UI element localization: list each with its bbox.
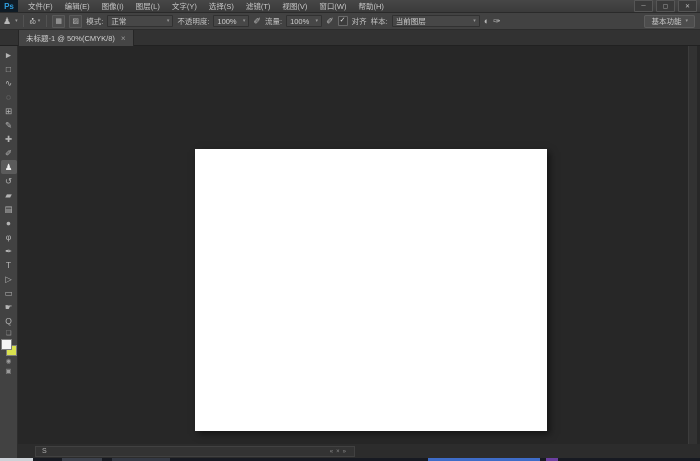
clone-stamp-preset-icon[interactable]: ♟ bbox=[3, 17, 11, 26]
clone-stamp-tool[interactable]: ♟ bbox=[1, 160, 17, 174]
workspace-name: 基本功能 bbox=[651, 16, 681, 27]
tool-options-bar: ♟ ▾ ● 60 ▾ ▦ ▨ 模式: 正常 ▾ 不透明度: 100% ▾ ✐ 流… bbox=[0, 13, 700, 30]
photoshop-window: Ps 文件(F) 编辑(E) 图像(I) 图层(L) 文字(Y) 选择(S) 滤… bbox=[0, 0, 700, 461]
menu-item-filter[interactable]: 滤镜(T) bbox=[240, 0, 277, 13]
flow-value: 100% bbox=[290, 17, 309, 26]
chevron-down-icon: ▾ bbox=[167, 18, 170, 24]
tab-close-icon[interactable]: × bbox=[121, 34, 126, 43]
gradient-tool[interactable]: ▤ bbox=[1, 202, 17, 216]
menu-item-select[interactable]: 选择(S) bbox=[203, 0, 240, 13]
tools-panel: ► □ ∿ ◌ ⊞ ✎ ✚ ✐ ♟ ↺ ▰ ▤ ● φ ✒ T ▷ ▭ ☛ Q … bbox=[0, 46, 18, 458]
menu-item-layer[interactable]: 图层(L) bbox=[130, 0, 166, 13]
ignore-adjustment-layers-icon[interactable]: ◐ bbox=[484, 17, 489, 26]
blend-mode-value: 正常 bbox=[111, 16, 126, 27]
chevron-down-icon: ▾ bbox=[685, 18, 688, 24]
brush-tool[interactable]: ✐ bbox=[1, 146, 17, 160]
status-panel-controls[interactable]: «×» bbox=[330, 449, 354, 455]
mode-label: 模式: bbox=[86, 16, 103, 27]
window-controls: ─ ▢ ✕ bbox=[634, 0, 700, 12]
menu-item-window[interactable]: 窗口(W) bbox=[313, 0, 352, 13]
move-tool[interactable]: ► bbox=[1, 48, 17, 62]
menu-item-help[interactable]: 帮助(H) bbox=[353, 0, 390, 13]
status-strip: S «×» bbox=[18, 444, 700, 458]
document-canvas[interactable] bbox=[195, 149, 547, 431]
maximize-button[interactable]: ▢ bbox=[656, 0, 675, 12]
minimize-button[interactable]: ─ bbox=[634, 0, 653, 12]
pen-tool[interactable]: ✒ bbox=[1, 244, 17, 258]
sample-value: 当前图层 bbox=[396, 16, 426, 27]
status-panel: S «×» bbox=[35, 446, 355, 457]
airbrush-mode-icon[interactable]: ✐ bbox=[326, 17, 334, 26]
opacity-select[interactable]: 100% ▾ bbox=[213, 15, 249, 27]
flow-label: 流量: bbox=[265, 16, 282, 27]
menu-item-view[interactable]: 视图(V) bbox=[276, 0, 313, 13]
quick-mask-icon[interactable]: ◉ bbox=[1, 356, 17, 366]
menu-item-file[interactable]: 文件(F) bbox=[22, 0, 59, 13]
menu-bar: Ps 文件(F) 编辑(E) 图像(I) 图层(L) 文字(Y) 选择(S) 滤… bbox=[0, 0, 700, 13]
screen-mode-icon[interactable]: ▣ bbox=[1, 366, 17, 376]
photoshop-logo-icon: Ps bbox=[0, 0, 18, 12]
blur-tool[interactable]: ● bbox=[1, 216, 17, 230]
menu-item-type[interactable]: 文字(Y) bbox=[166, 0, 203, 13]
opacity-label: 不透明度: bbox=[177, 16, 209, 27]
sample-select[interactable]: 当前图层 ▾ bbox=[392, 15, 480, 27]
color-swatches bbox=[1, 339, 17, 356]
quick-selection-tool[interactable]: ◌ bbox=[1, 90, 17, 104]
eraser-tool[interactable]: ▰ bbox=[1, 188, 17, 202]
lasso-tool[interactable]: ∿ bbox=[1, 76, 17, 90]
eyedropper-tool[interactable]: ✎ bbox=[1, 118, 17, 132]
chevron-down-icon[interactable]: ▾ bbox=[15, 18, 18, 24]
panel-dock-strip[interactable] bbox=[688, 46, 697, 444]
path-selection-tool[interactable]: ▷ bbox=[1, 272, 17, 286]
sample-label: 样本: bbox=[371, 16, 388, 27]
flow-select[interactable]: 100% ▾ bbox=[286, 15, 322, 27]
separator bbox=[46, 15, 47, 27]
brush-preview: ● 60 bbox=[30, 16, 36, 26]
tablet-pressure-icon[interactable]: ✑ bbox=[493, 17, 501, 26]
opacity-value: 100% bbox=[217, 17, 236, 26]
separator bbox=[23, 15, 24, 27]
document-tab[interactable]: 未标题-1 @ 50%(CMYK/8) × bbox=[18, 30, 134, 46]
rectangular-marquee-tool[interactable]: □ bbox=[1, 62, 17, 76]
spot-healing-brush-tool[interactable]: ✚ bbox=[1, 132, 17, 146]
brush-size-value: 60 bbox=[30, 21, 36, 26]
close-button[interactable]: ✕ bbox=[678, 0, 697, 12]
shape-tool[interactable]: ▭ bbox=[1, 286, 17, 300]
dodge-tool[interactable]: φ bbox=[1, 230, 17, 244]
status-label: S bbox=[36, 448, 47, 455]
aligned-checkbox[interactable]: ✓ bbox=[338, 16, 348, 26]
toggle-clone-source-panel-icon[interactable]: ▨ bbox=[69, 15, 82, 28]
menu-item-image[interactable]: 图像(I) bbox=[96, 0, 130, 13]
blend-mode-select[interactable]: 正常 ▾ bbox=[107, 15, 173, 27]
foreground-color-swatch[interactable] bbox=[1, 339, 12, 350]
history-brush-tool[interactable]: ↺ bbox=[1, 174, 17, 188]
airbrush-opacity-pressure-icon[interactable]: ✐ bbox=[253, 17, 261, 26]
chevron-down-icon: ▾ bbox=[316, 18, 319, 24]
next-icon[interactable]: » bbox=[343, 449, 349, 455]
type-tool[interactable]: T bbox=[1, 258, 17, 272]
workspace-switcher-button[interactable]: 基本功能 ▾ bbox=[644, 15, 695, 28]
toggle-brush-panel-icon[interactable]: ▦ bbox=[52, 15, 65, 28]
document-tab-bar: 未标题-1 @ 50%(CMYK/8) × bbox=[0, 30, 700, 46]
document-tab-title: 未标题-1 @ 50%(CMYK/8) bbox=[26, 33, 115, 44]
canvas-area bbox=[18, 46, 700, 444]
chevron-down-icon: ▾ bbox=[473, 18, 476, 24]
zoom-tool[interactable]: Q bbox=[1, 314, 17, 328]
aligned-label: 对齐 bbox=[352, 16, 367, 27]
chevron-down-icon: ▾ bbox=[38, 18, 41, 24]
default-swatches-icon[interactable]: ❏ bbox=[1, 328, 17, 338]
menu-item-edit[interactable]: 编辑(E) bbox=[59, 0, 96, 13]
chevron-down-icon: ▾ bbox=[243, 18, 246, 24]
brush-preset-picker[interactable]: ● 60 ▾ bbox=[29, 16, 42, 26]
hand-tool[interactable]: ☛ bbox=[1, 300, 17, 314]
crop-tool[interactable]: ⊞ bbox=[1, 104, 17, 118]
